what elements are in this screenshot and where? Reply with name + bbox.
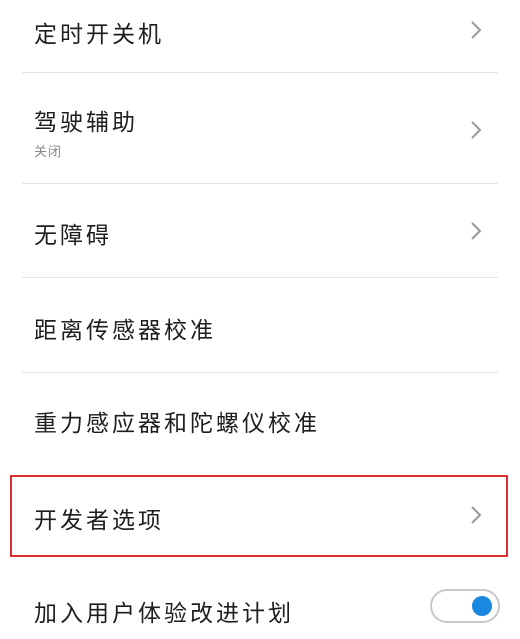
settings-item-gravity-gyro-calibration[interactable]: 重力感应器和陀螺仪校准 [0, 373, 520, 467]
settings-item-scheduled-power[interactable]: 定时开关机 [0, 0, 520, 70]
settings-item-accessibility[interactable]: 无障碍 [0, 184, 520, 277]
chevron-right-icon [464, 504, 486, 526]
settings-item-label: 距离传感器校准 [34, 318, 216, 344]
settings-item-driving-assist[interactable]: 驾驶辅助 关闭 [0, 73, 520, 183]
settings-item-proximity-calibration[interactable]: 距离传感器校准 [0, 278, 520, 372]
chevron-right-icon [464, 220, 486, 242]
settings-item-label: 加入用户体验改进计划 [34, 601, 294, 627]
settings-list: 定时开关机 驾驶辅助 关闭 无障碍 距离传感器校准 重力感应器和陀螺仪校准 开发… [0, 0, 520, 639]
settings-item-label: 定时开关机 [34, 22, 164, 48]
toggle-knob [472, 596, 492, 616]
settings-item-label: 重力感应器和陀螺仪校准 [34, 411, 320, 437]
chevron-right-icon [464, 19, 486, 41]
settings-item-developer-options[interactable]: 开发者选项 [0, 477, 520, 555]
chevron-right-icon [464, 119, 486, 141]
settings-item-label: 无障碍 [34, 223, 112, 249]
user-experience-toggle[interactable] [430, 589, 500, 623]
settings-item-label: 驾驶辅助 [34, 110, 138, 136]
settings-item-label: 开发者选项 [34, 508, 164, 534]
settings-item-status: 关闭 [34, 145, 63, 160]
